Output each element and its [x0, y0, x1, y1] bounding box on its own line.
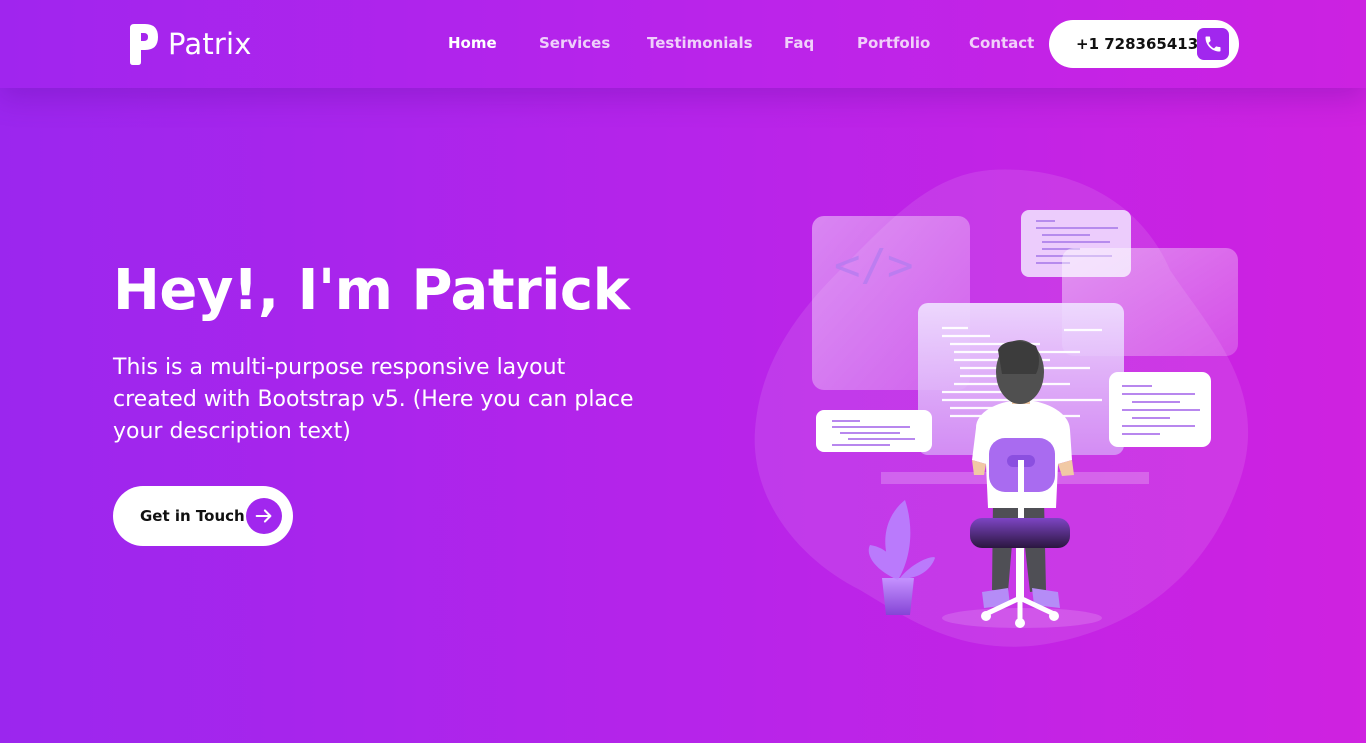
hero-description: This is a multi-purpose responsive layou…: [113, 355, 634, 444]
nav-link-portfolio[interactable]: Portfolio: [857, 34, 930, 52]
plant-pot: [882, 578, 914, 615]
brand-logo[interactable]: Patrix: [128, 22, 252, 66]
code-glyph-text: </>: [834, 240, 913, 291]
top-navbar: Patrix Home Services Testimonials Faq Po…: [0, 0, 1366, 88]
arrow-right-icon: [246, 498, 282, 534]
phone-button[interactable]: +1 728365413: [1049, 20, 1239, 68]
nav-link-contact[interactable]: Contact: [969, 34, 1034, 52]
nav-link-services[interactable]: Services: [539, 34, 610, 52]
hero-title: Hey!, I'm Patrick: [113, 258, 630, 323]
get-in-touch-label: Get in Touch: [140, 507, 245, 525]
nav-link-home[interactable]: Home: [448, 34, 497, 52]
p-letter-logo-icon: [130, 24, 158, 65]
brand-name: Patrix: [168, 27, 252, 61]
get-in-touch-button[interactable]: Get in Touch: [113, 486, 293, 546]
developer-illustration: </>: [754, 169, 1249, 647]
nav-link-testimonials[interactable]: Testimonials: [647, 34, 753, 52]
chair-seat: [970, 518, 1070, 548]
nav-link-faq[interactable]: Faq: [784, 34, 814, 52]
phone-number: +1 728365413: [1076, 35, 1199, 53]
phone-icon: [1197, 28, 1229, 60]
